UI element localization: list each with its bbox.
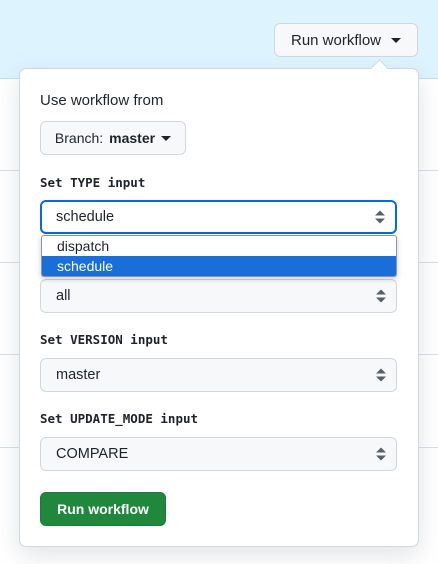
version-select[interactable]: master: [40, 358, 397, 392]
update-mode-input-label: Set UPDATE_MODE input: [40, 411, 199, 426]
all-select[interactable]: all: [40, 279, 397, 313]
use-workflow-from-label: Use workflow from: [40, 92, 164, 109]
select-updown-icon: [376, 368, 386, 382]
type-select-dropdown: dispatch schedule: [41, 235, 397, 277]
select-updown-icon: [376, 447, 386, 461]
run-workflow-submit-button[interactable]: Run workflow: [40, 492, 166, 526]
update-mode-select-value: COMPARE: [56, 446, 129, 462]
select-updown-icon: [376, 289, 386, 303]
run-workflow-dropdown-button[interactable]: Run workflow: [274, 23, 418, 57]
dropdown-option-schedule[interactable]: schedule: [42, 256, 396, 276]
type-select-value: schedule: [56, 209, 115, 225]
select-updown-icon: [375, 210, 385, 224]
branch-name: master: [109, 130, 156, 146]
update-mode-select[interactable]: COMPARE: [40, 437, 397, 471]
caret-down-icon: [391, 37, 402, 43]
run-workflow-label: Run workflow: [290, 31, 382, 49]
branch-select-button[interactable]: Branch: master: [40, 121, 186, 155]
all-select-value: all: [56, 288, 71, 304]
version-select-value: master: [56, 367, 101, 383]
dropdown-option-dispatch[interactable]: dispatch: [42, 236, 396, 256]
caret-down-icon: [161, 135, 172, 141]
type-input-label: Set TYPE input: [40, 175, 146, 190]
version-input-label: Set VERSION input: [40, 332, 168, 347]
branch-prefix: Branch:: [54, 130, 104, 146]
type-select[interactable]: schedule: [40, 200, 397, 234]
